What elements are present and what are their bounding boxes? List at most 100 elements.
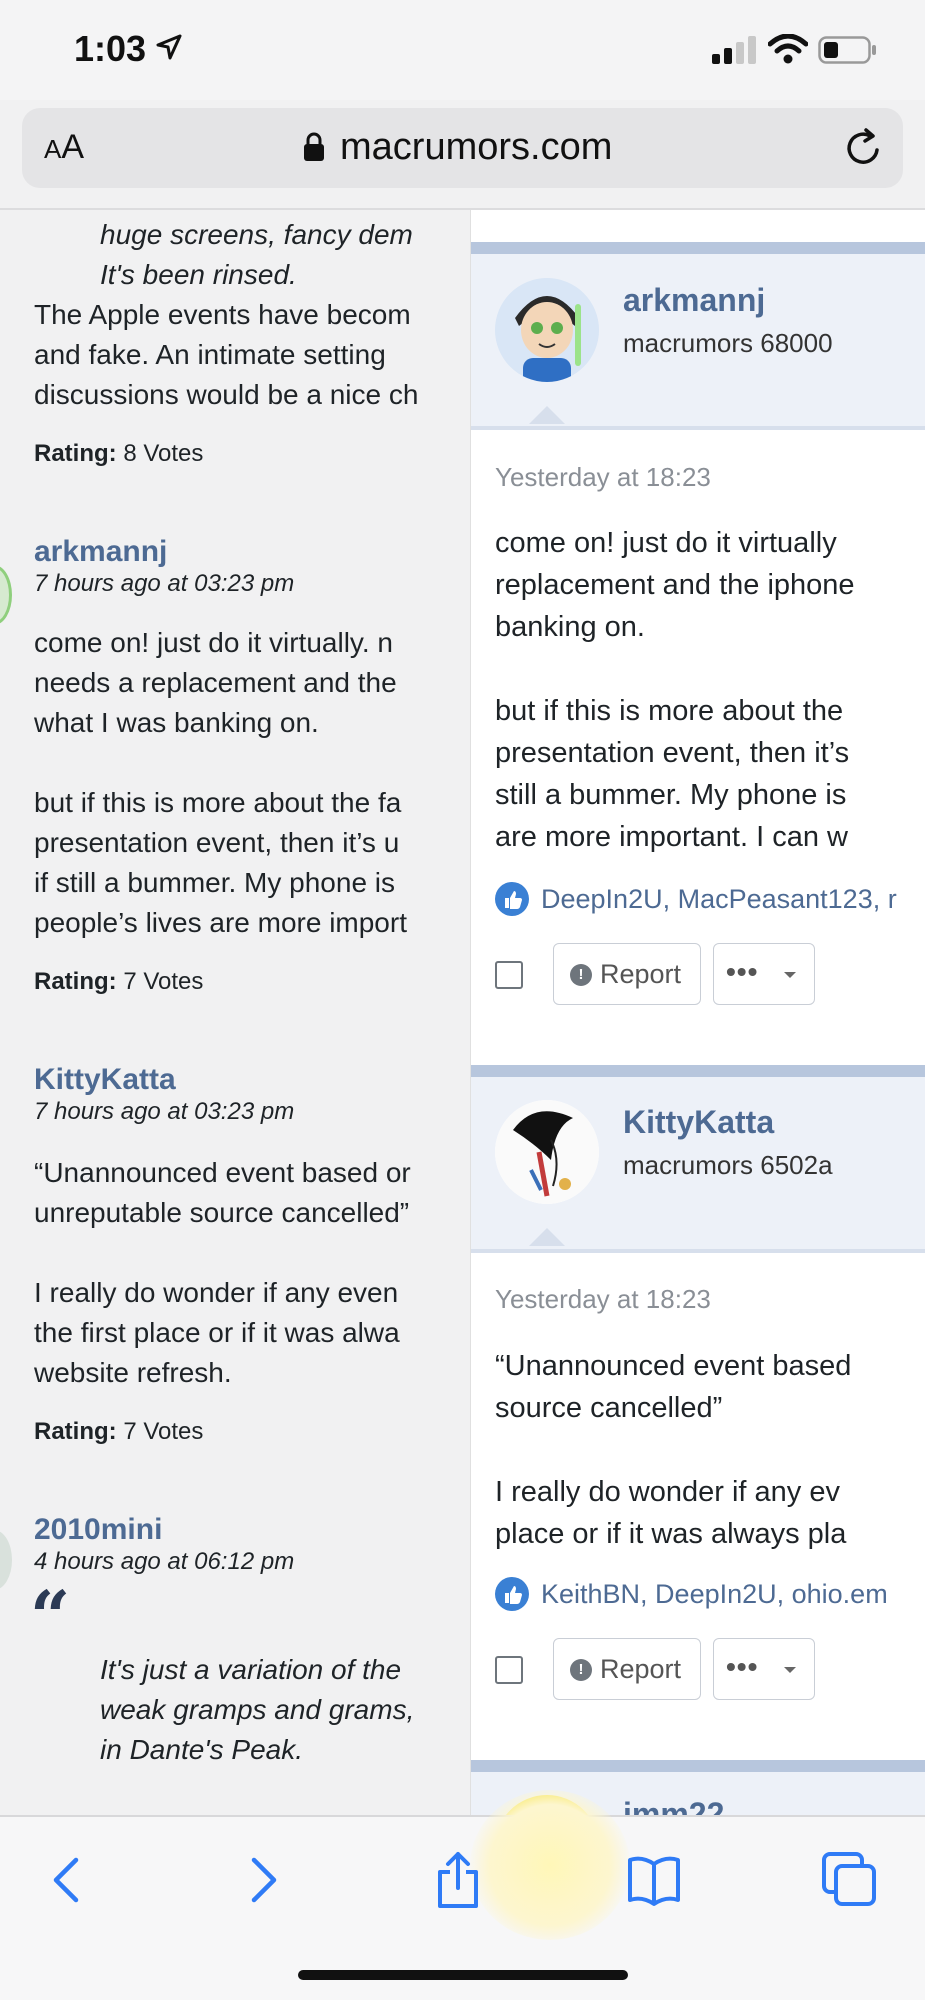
post-line: source cancelled” (495, 1392, 723, 1424)
url-domain[interactable]: macrumors.com (340, 126, 612, 169)
post-username[interactable]: imm22 (623, 1796, 724, 1815)
report-label: Report (600, 959, 682, 989)
post-stripe (471, 1065, 925, 1077)
post-line: needs a replacement and the (34, 667, 397, 698)
likes-names[interactable]: DeepIn2U, MacPeasant123, r (541, 884, 897, 915)
avatar[interactable] (495, 278, 599, 382)
share-icon[interactable] (428, 1850, 488, 1910)
forward-icon[interactable] (232, 1850, 292, 1910)
bookmarks-icon[interactable] (624, 1850, 684, 1910)
post-line: people’s lives are more import (34, 907, 407, 938)
cellular-signal-icon (712, 36, 756, 64)
post-line: but if this is more about the (495, 695, 844, 727)
background-thread: huge screens, fancy dem It's been rinsed… (0, 210, 470, 1815)
post-line: still a bummer. My phone is (495, 779, 847, 811)
aa-small-label: A (44, 134, 62, 164)
post-time[interactable]: 7 hours ago at 03:23 pm (34, 1098, 294, 1126)
more-label: ••• (726, 1651, 759, 1682)
post-line: website refresh. (34, 1357, 232, 1388)
reload-icon[interactable] (844, 128, 884, 168)
avatar[interactable] (0, 1530, 12, 1590)
post-line: The Apple events have becom (34, 299, 411, 330)
quote-line: It's just a variation of the (100, 1654, 402, 1685)
post-line: presentation event, then it’s u (34, 827, 400, 858)
rating: Rating: 8 Votes (34, 440, 203, 468)
report-button[interactable]: ! Report (553, 1638, 701, 1700)
post-line: are more important. I can w (495, 821, 848, 853)
post-username[interactable]: arkmannj (623, 282, 765, 319)
battery-icon (818, 36, 876, 64)
post-line: and fake. An intimate setting (34, 339, 386, 370)
post-line: presentation event, then it’s (495, 737, 850, 769)
avatar-illustration (495, 1100, 599, 1204)
more-actions-button[interactable]: ••• (713, 1638, 815, 1700)
rating: Rating: 7 Votes (34, 1418, 203, 1446)
quote-mark-icon: “ (30, 1575, 71, 1658)
thumbs-up-icon (495, 1577, 529, 1611)
rating-value: 7 Votes (123, 968, 204, 995)
post-line: discussions would be a nice ch (34, 379, 419, 410)
post-time[interactable]: 4 hours ago at 06:12 pm (34, 1548, 294, 1576)
report-button[interactable]: ! Report (553, 943, 701, 1005)
post-username[interactable]: KittyKatta (623, 1104, 774, 1141)
report-icon: ! (570, 1659, 592, 1681)
select-post-checkbox[interactable] (495, 961, 523, 989)
post-line: replacement and the iphone (495, 569, 855, 601)
post-time[interactable]: 7 hours ago at 03:23 pm (34, 570, 294, 598)
avatar-illustration (495, 278, 599, 382)
quote-line: in Dante's Peak. (100, 1734, 304, 1765)
select-post-checkbox[interactable] (495, 1656, 523, 1684)
tabs-icon[interactable] (820, 1850, 880, 1910)
rating-label: Rating: (34, 1418, 117, 1445)
user-rank: macrumors 6502a (623, 1150, 833, 1180)
post-username[interactable]: KittyKatta (34, 1063, 176, 1097)
post-line: unreputable source cancelled” (34, 1197, 410, 1228)
post-line: banking on. (495, 611, 645, 643)
header-notch (529, 1228, 565, 1246)
post-username[interactable]: 2010mini (34, 1513, 162, 1547)
quote-line: It's been rinsed. (100, 259, 297, 290)
rating-value: 7 Votes (123, 1418, 204, 1445)
avatar[interactable] (0, 565, 12, 625)
post-line: I really do wonder if any even (34, 1277, 399, 1308)
reader-text-size-button[interactable]: AA (44, 128, 84, 167)
aa-big-label: A (61, 128, 85, 166)
more-label: ••• (726, 956, 759, 987)
post-line: I really do wonder if any ev (495, 1476, 840, 1508)
chevron-down-icon (784, 1667, 796, 1673)
report-label: Report (600, 1654, 682, 1684)
report-icon: ! (570, 964, 592, 986)
quote-line: weak gramps and grams, (100, 1694, 415, 1725)
post-stripe (471, 1760, 925, 1772)
post-line: but if this is more about the fa (34, 787, 402, 818)
wifi-icon (768, 34, 808, 64)
user-rank: macrumors 68000 (623, 328, 833, 358)
post-line: “Unannounced event based or (34, 1157, 411, 1188)
home-indicator[interactable] (298, 1970, 628, 1980)
post-line: “Unannounced event based (495, 1350, 852, 1382)
header-notch (529, 406, 565, 424)
post-line: place or if it was always pla (495, 1518, 847, 1550)
rating-value: 8 Votes (123, 440, 204, 467)
chevron-down-icon (784, 972, 796, 978)
post-line: come on! just do it virtually (495, 527, 837, 559)
rating: Rating: 7 Votes (34, 968, 203, 996)
lock-icon (304, 132, 324, 161)
avatar-glow (470, 1790, 630, 1940)
post-line: the first place or if it was alwa (34, 1317, 400, 1348)
post-line: what I was banking on. (34, 707, 319, 738)
rating-label: Rating: (34, 440, 117, 467)
post-date[interactable]: Yesterday at 18:23 (495, 1284, 711, 1315)
location-arrow-icon (156, 34, 182, 60)
post-date[interactable]: Yesterday at 18:23 (495, 462, 711, 493)
likes-names[interactable]: KeithBN, DeepIn2U, ohio.em (541, 1579, 888, 1610)
post-line: if still a bummer. My phone is (34, 867, 396, 898)
more-actions-button[interactable]: ••• (713, 943, 815, 1005)
status-time: 1:03 (74, 28, 147, 69)
rating-label: Rating: (34, 968, 117, 995)
post-username[interactable]: arkmannj (34, 535, 167, 569)
quote-line: huge screens, fancy dem (100, 219, 413, 250)
back-icon[interactable] (38, 1850, 98, 1910)
avatar[interactable] (495, 1100, 599, 1204)
thumbs-up-icon (495, 882, 529, 916)
